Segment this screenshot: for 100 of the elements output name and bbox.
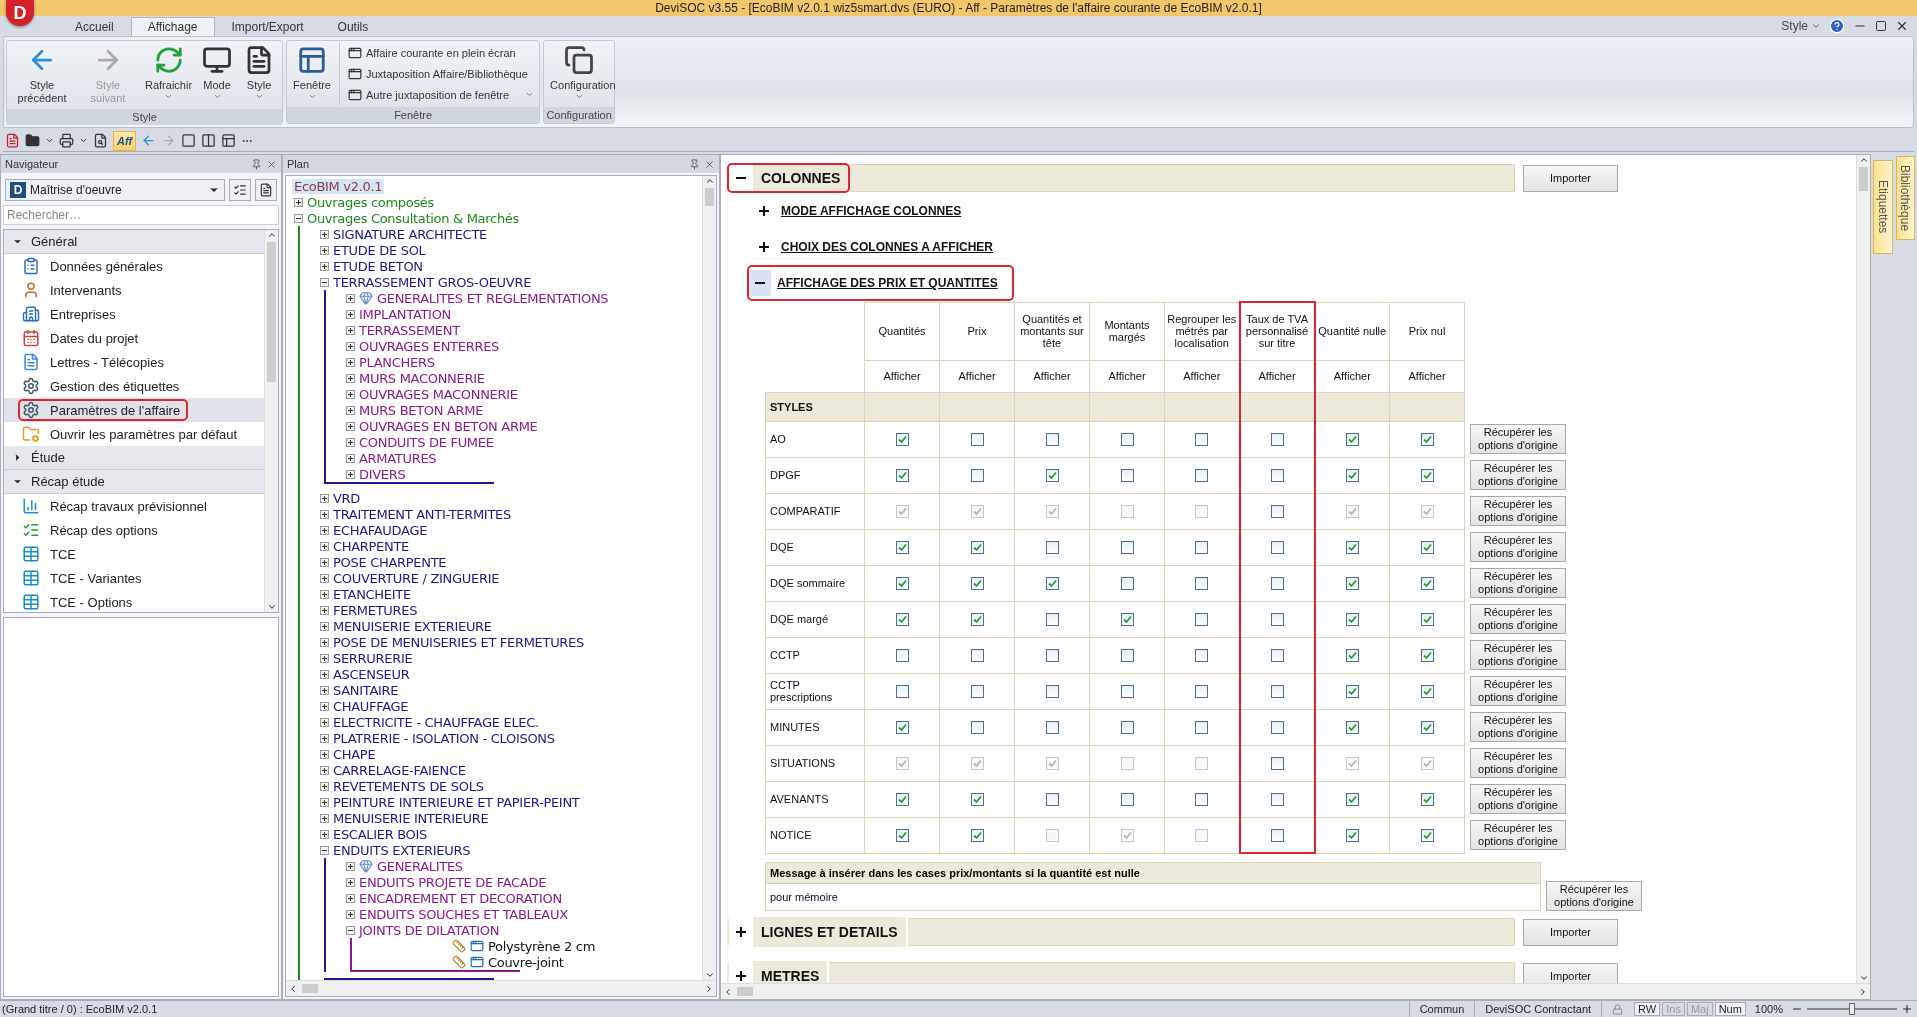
ribbon-tab[interactable]: Affichage (130, 17, 215, 36)
checkbox[interactable] (1345, 792, 1359, 806)
restore-defaults-button[interactable]: Récupérer les options d'origine (1470, 712, 1566, 742)
dock-tab[interactable]: Bibliothèque (1895, 156, 1915, 240)
checkbox[interactable] (1120, 432, 1134, 446)
checkbox[interactable] (1420, 468, 1434, 482)
tree-item[interactable]: SIGNATURE ARCHITECTE (333, 226, 487, 242)
restore-defaults-button[interactable]: Récupérer les options d'origine (1470, 820, 1566, 850)
navigator-item[interactable]: TCE - Options (18, 591, 141, 612)
tree-item[interactable]: MENUISERIE INTERIEURE (333, 810, 489, 826)
expand-toggle[interactable] (320, 277, 329, 287)
expand-toggle[interactable] (346, 405, 355, 415)
navigator-item[interactable]: TCE - Variantes (18, 567, 150, 589)
tree-item[interactable]: SERRURERIE (333, 650, 413, 666)
checkbox[interactable] (1195, 540, 1209, 554)
checkbox[interactable] (1045, 540, 1059, 554)
restore-defaults-button[interactable]: Récupérer les options d'origine (1470, 748, 1566, 778)
checkbox[interactable] (1045, 720, 1059, 734)
pin-icon[interactable] (251, 158, 262, 170)
checkbox[interactable] (1045, 648, 1059, 662)
expand-toggle[interactable] (749, 270, 771, 296)
expand-toggle[interactable] (346, 469, 355, 479)
checkbox[interactable] (895, 468, 909, 482)
checkbox[interactable] (1120, 612, 1134, 626)
tree-item[interactable]: ECHAFAUDAGE (333, 522, 428, 538)
scrollbar[interactable] (1856, 155, 1870, 983)
tree-item[interactable]: JOINTS DE DILATATION (359, 922, 500, 938)
checkbox[interactable] (1420, 648, 1434, 662)
tree-item[interactable]: OUVRAGES MACONNERIE (359, 386, 518, 402)
scroll-thumb[interactable] (1859, 167, 1868, 191)
ribbon-button[interactable]: Style (239, 43, 280, 107)
profile-dropdown[interactable]: D Maîtrise d'oeuvre (5, 179, 225, 201)
expand-toggle[interactable] (320, 245, 329, 255)
checkbox[interactable] (1120, 540, 1134, 554)
expand-toggle[interactable] (320, 229, 329, 239)
checkbox[interactable] (970, 792, 984, 806)
checkbox[interactable] (1345, 540, 1359, 554)
expand-toggle[interactable] (346, 861, 355, 871)
expand-toggle[interactable] (320, 797, 329, 807)
tree-item[interactable]: ELECTRICITE - CHAUFFAGE ELEC. (333, 714, 539, 730)
checkbox[interactable] (895, 576, 909, 590)
expand-toggle[interactable] (320, 653, 329, 663)
checkbox[interactable] (1270, 684, 1284, 698)
tree-item[interactable]: OUVRAGES ENTERRES (359, 338, 499, 354)
ribbon-button[interactable]: Rafraichir (142, 43, 196, 107)
checkbox[interactable] (970, 468, 984, 482)
tree-item[interactable]: OUVRAGES EN BETON ARME (359, 418, 538, 434)
expand-toggle[interactable] (294, 213, 303, 223)
navigator-item[interactable]: Données générales (18, 255, 171, 277)
expand-toggle[interactable] (320, 605, 329, 615)
tree-item[interactable]: Polystyrène 2 cm (488, 938, 596, 954)
caret-icon[interactable] (79, 136, 88, 145)
checkbox[interactable] (970, 576, 984, 590)
subsection-link[interactable]: CHOIX DES COLONNES A AFFICHER (781, 240, 993, 254)
checkbox[interactable] (1270, 576, 1284, 590)
checkbox[interactable] (970, 540, 984, 554)
expand-toggle[interactable] (346, 877, 355, 887)
expand-toggle[interactable] (320, 845, 329, 855)
slider-thumb[interactable] (1849, 1003, 1855, 1015)
checkbox[interactable] (1420, 792, 1434, 806)
tree-item[interactable]: CHARPENTE (333, 538, 409, 554)
search-field[interactable]: Rechercher… (3, 205, 279, 225)
tree-item[interactable]: ENDUITS EXTERIEURS (333, 842, 471, 858)
checkbox[interactable] (1420, 720, 1434, 734)
tree-item[interactable]: FERMETURES (333, 602, 418, 618)
checkbox[interactable] (1045, 684, 1059, 698)
close-icon[interactable] (1895, 19, 1909, 33)
restore-icon[interactable] (1875, 20, 1887, 32)
section-header[interactable]: METRES (727, 961, 830, 983)
expand-toggle[interactable] (346, 389, 355, 399)
message-field[interactable]: pour mémoire (765, 884, 1541, 911)
checkbox[interactable] (1345, 612, 1359, 626)
checkbox[interactable] (1270, 648, 1284, 662)
section-header[interactable]: COLONNES (727, 163, 851, 193)
expand-toggle[interactable] (346, 341, 355, 351)
tree-item[interactable]: SANITAIRE (333, 682, 399, 698)
tree-item[interactable]: TERRASSEMENT (359, 322, 460, 338)
checkbox[interactable] (1345, 468, 1359, 482)
tree-item[interactable]: TERRASSEMENT GROS-OEUVRE (333, 274, 532, 290)
tree-item[interactable]: ETANCHEITE (333, 586, 411, 602)
style-menu[interactable]: Style (1781, 19, 1821, 33)
navigator-item[interactable]: Intervenants (18, 279, 130, 301)
document-view-button[interactable] (255, 179, 277, 201)
checkbox[interactable] (1270, 432, 1284, 446)
expand-toggle[interactable] (346, 325, 355, 335)
tree-item[interactable]: ARMATURES (359, 450, 437, 466)
tree-item[interactable]: REVETEMENTS DE SOLS (333, 778, 484, 794)
expand-toggle[interactable] (320, 573, 329, 583)
tree-item[interactable]: ETUDE BETON (333, 258, 423, 274)
tree-item[interactable]: PEINTURE INTERIEURE ET PAPIER-PEINT (333, 794, 580, 810)
checkbox[interactable] (1270, 720, 1284, 734)
app-document-icon[interactable] (5, 133, 20, 148)
checkbox[interactable] (1195, 468, 1209, 482)
navigator-item[interactable]: Paramètres de l'affaire (18, 399, 189, 421)
expand-toggle[interactable] (320, 717, 329, 727)
checkbox[interactable] (895, 432, 909, 446)
ribbon-button[interactable]: Fenêtre (290, 43, 334, 105)
expand-toggle[interactable] (320, 621, 329, 631)
printer-icon[interactable] (59, 133, 74, 148)
expand-toggle[interactable] (346, 909, 355, 919)
